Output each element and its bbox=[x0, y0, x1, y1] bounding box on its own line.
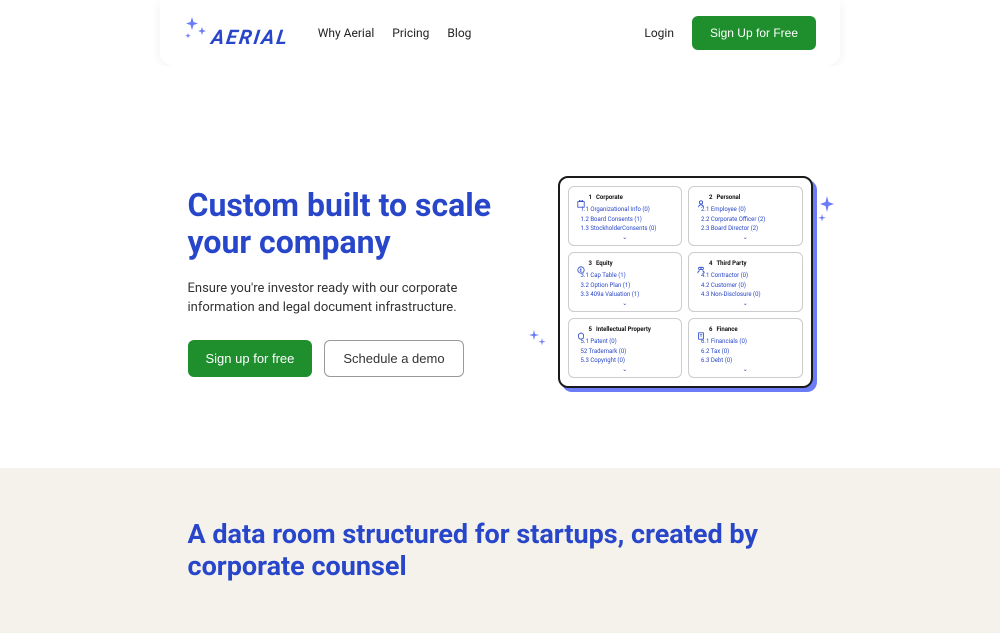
category-item[interactable]: 5.3 Copyright (0) bbox=[577, 356, 674, 366]
category-item[interactable]: 2.3 Board Director (2) bbox=[697, 224, 794, 234]
brand-logo[interactable]: AERIAL bbox=[184, 17, 290, 49]
data-room-preview: 1 Corporate 1.1 Organizational Info (0)1.2… bbox=[558, 176, 813, 388]
hero-title: Custom built to scale your company bbox=[188, 187, 518, 261]
category-number: 3 bbox=[589, 260, 592, 267]
chevron-down-icon[interactable]: ⌄ bbox=[697, 234, 794, 241]
category-number: 6 bbox=[709, 326, 712, 333]
category-icon bbox=[577, 259, 585, 267]
category-icon bbox=[577, 193, 585, 201]
category-item[interactable]: 1.2 Board Consents (1) bbox=[577, 215, 674, 225]
category-item[interactable]: 4.1 Contractor (0) bbox=[697, 271, 794, 281]
header: AERIAL Why Aerial Pricing Blog Login Sig… bbox=[160, 0, 840, 66]
nav-blog[interactable]: Blog bbox=[447, 26, 471, 40]
category-number: 4 bbox=[709, 260, 712, 267]
category-item[interactable]: 2.1 Employee (0) bbox=[697, 205, 794, 215]
category-item[interactable]: 4.3 Non-Disclosure (0) bbox=[697, 290, 794, 300]
category-item[interactable]: 3.1 Cap Table (1) bbox=[577, 271, 674, 281]
category-item[interactable]: 4.2 Customer (0) bbox=[697, 281, 794, 291]
category-card[interactable]: 1 Corporate 1.1 Organizational Info (0)1.2… bbox=[568, 186, 683, 246]
category-item[interactable]: 2.2 Corporate Officer (2) bbox=[697, 215, 794, 225]
category-number: 1 bbox=[589, 194, 592, 201]
category-title: Personal bbox=[716, 194, 740, 201]
signup-button[interactable]: Sign Up for Free bbox=[692, 16, 816, 50]
main-nav: Why Aerial Pricing Blog bbox=[318, 26, 617, 40]
category-item[interactable]: 6.2 Tax (0) bbox=[697, 347, 794, 357]
category-card[interactable]: 3 Equity 3.1 Cap Table (1)3.2 Option Plan … bbox=[568, 252, 683, 312]
category-icon bbox=[577, 325, 585, 333]
category-item[interactable]: 6.3 Debt (0) bbox=[697, 356, 794, 366]
hero-signup-button[interactable]: Sign up for free bbox=[188, 340, 313, 377]
nav-why-aerial[interactable]: Why Aerial bbox=[318, 26, 375, 40]
category-title: Finance bbox=[716, 326, 737, 333]
category-card[interactable]: 6 Finance 6.1 Financials (0)6.2 Tax (0)6.3… bbox=[688, 318, 803, 378]
sparkle-decoration-icon bbox=[817, 196, 837, 224]
category-item[interactable]: 1.3 StockholderConsents (0) bbox=[577, 224, 674, 234]
chevron-down-icon[interactable]: ⌄ bbox=[577, 234, 674, 241]
category-title: Third Party bbox=[716, 260, 746, 267]
chevron-down-icon[interactable]: ⌄ bbox=[697, 300, 794, 307]
schedule-demo-button[interactable]: Schedule a demo bbox=[324, 340, 463, 377]
hero-subtitle: Ensure you're investor ready with our co… bbox=[188, 279, 518, 318]
category-title: Equity bbox=[596, 260, 613, 267]
category-icon bbox=[697, 325, 705, 333]
chevron-down-icon[interactable]: ⌄ bbox=[577, 366, 674, 373]
hero-section: Custom built to scale your company Ensur… bbox=[0, 66, 1000, 468]
category-number: 2 bbox=[709, 194, 712, 201]
category-title: Intellectual Property bbox=[596, 326, 651, 333]
category-card[interactable]: 2 Personal 2.1 Employee (0)2.2 Corporate O… bbox=[688, 186, 803, 246]
category-icon bbox=[697, 193, 705, 201]
chevron-down-icon[interactable]: ⌄ bbox=[577, 300, 674, 307]
chevron-down-icon[interactable]: ⌄ bbox=[697, 366, 794, 373]
sparkle-decoration-icon bbox=[528, 330, 548, 348]
section-data-room: A data room structured for startups, cre… bbox=[0, 468, 1000, 633]
category-item[interactable]: 5.1 Patent (0) bbox=[577, 337, 674, 347]
category-title: Corporate bbox=[596, 194, 623, 201]
category-item[interactable]: 3.2 Option Plan (1) bbox=[577, 281, 674, 291]
category-item[interactable]: 1.1 Organizational Info (0) bbox=[577, 205, 674, 215]
nav-pricing[interactable]: Pricing bbox=[392, 26, 429, 40]
section2-title: A data room structured for startups, cre… bbox=[188, 518, 813, 583]
login-link[interactable]: Login bbox=[644, 26, 674, 40]
category-item[interactable]: 6.1 Financials (0) bbox=[697, 337, 794, 347]
sparkle-icon bbox=[184, 17, 208, 41]
category-number: 5 bbox=[589, 326, 592, 333]
category-card[interactable]: 4 Third Party 4.1 Contractor (0)4.2 Custom… bbox=[688, 252, 803, 312]
category-card[interactable]: 5 Intellectual Property 5.1 Patent (0)52 T… bbox=[568, 318, 683, 378]
brand-name: AERIAL bbox=[210, 17, 292, 49]
category-item[interactable]: 52 Trademark (0) bbox=[577, 347, 674, 357]
category-icon bbox=[697, 259, 705, 267]
category-item[interactable]: 3.3 409a Valuation (1) bbox=[577, 290, 674, 300]
